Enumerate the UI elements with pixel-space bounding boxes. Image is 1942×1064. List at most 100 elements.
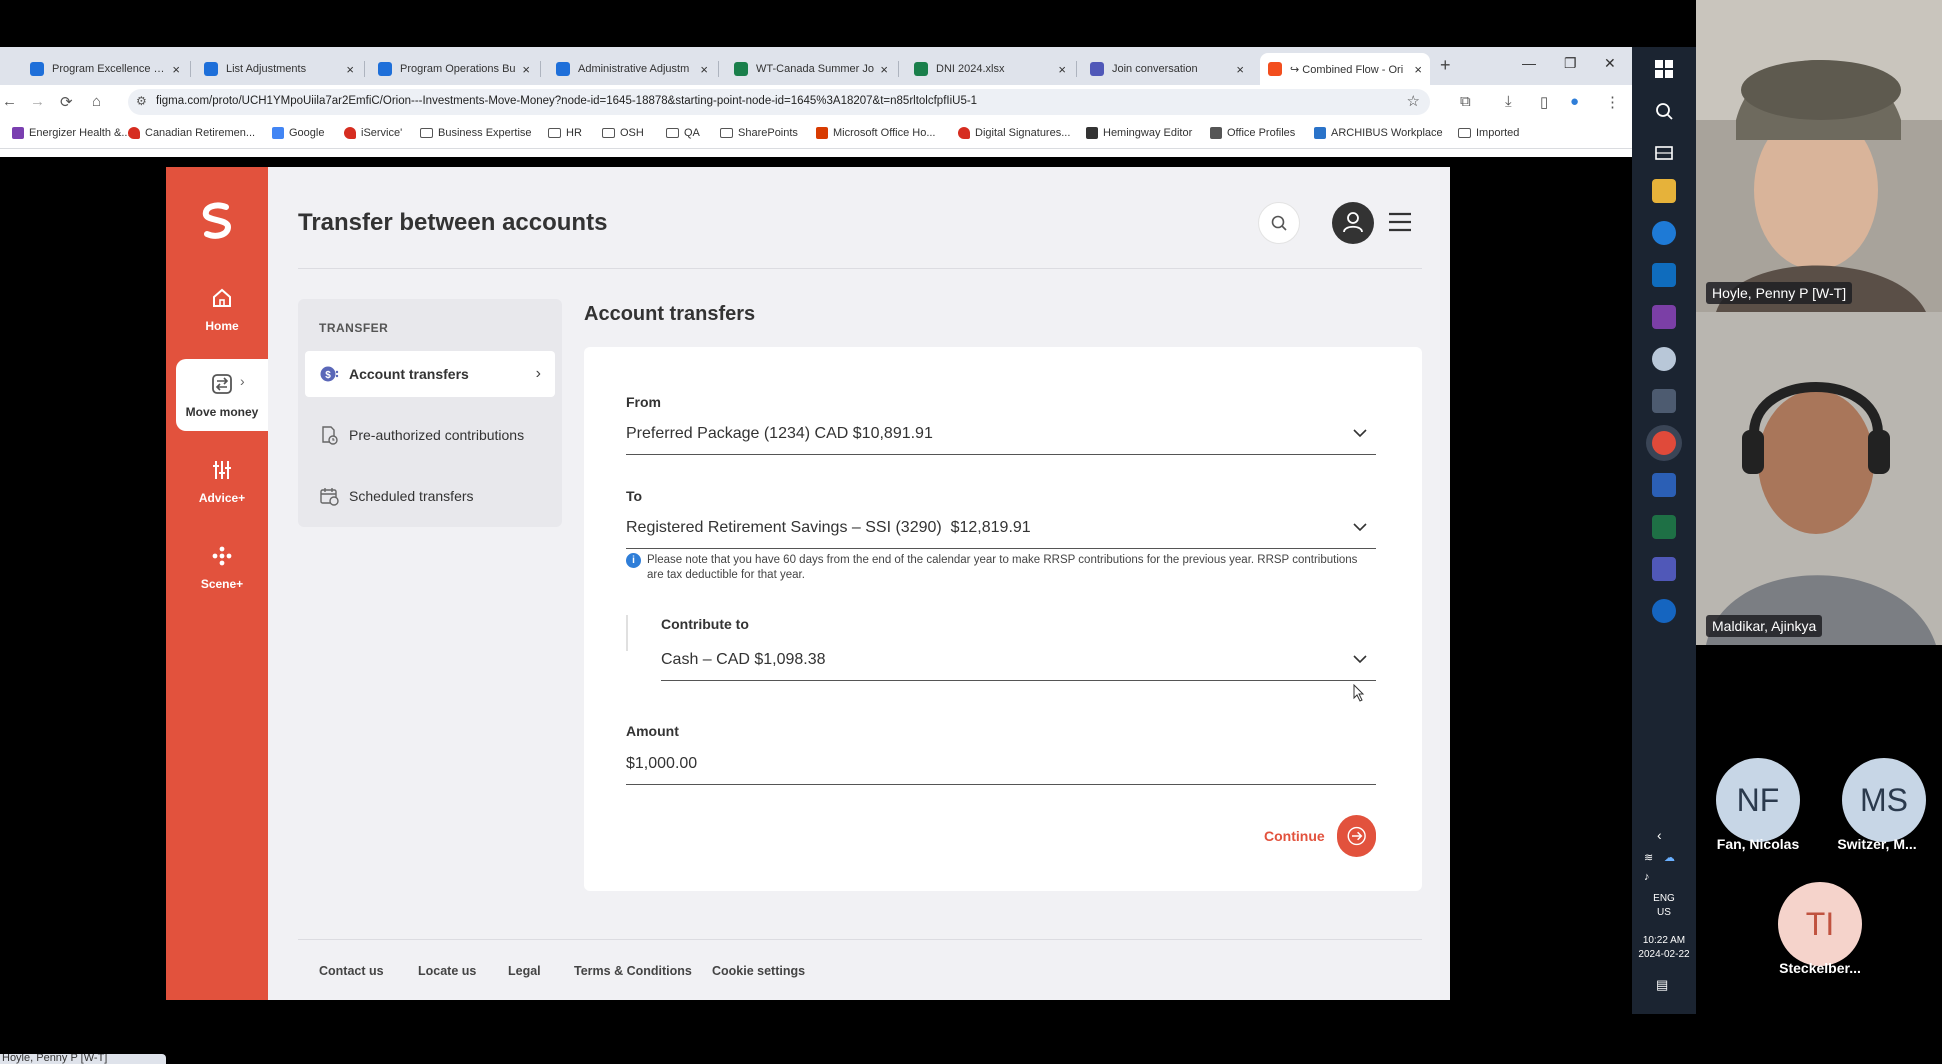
bookmark-item[interactable]: Canadian Retiremen... <box>128 127 255 139</box>
bookmark-item[interactable]: Business Expertise <box>420 127 532 139</box>
bookmark-item[interactable]: Digital Signatures... <box>958 127 1070 139</box>
bookmark-star-icon[interactable]: ☆ <box>1407 92 1420 110</box>
forward-icon[interactable]: → <box>30 93 45 110</box>
user-icon <box>1343 212 1363 233</box>
home-icon[interactable]: ⌂ <box>92 93 101 110</box>
chrome-icon[interactable] <box>1652 431 1676 455</box>
search-button[interactable] <box>1258 202 1300 244</box>
continue-button[interactable]: Continue <box>1264 815 1376 857</box>
footer-link-contact[interactable]: Contact us <box>319 964 384 978</box>
side-panel-icon[interactable]: ▯ <box>1540 93 1548 111</box>
footer-link-terms[interactable]: Terms & Conditions <box>574 964 692 978</box>
participant-avatar-nf[interactable]: NF <box>1716 758 1800 842</box>
more-menu-icon[interactable]: ⋮ <box>1605 93 1620 111</box>
teams-icon[interactable] <box>1652 557 1676 581</box>
new-tab-button[interactable]: + <box>1440 55 1451 76</box>
participant-avatar-ms[interactable]: MS <box>1842 758 1926 842</box>
volume-icon[interactable]: ♪ <box>1644 871 1650 883</box>
bookmark-item[interactable]: QA <box>666 127 700 139</box>
tab-program-operations[interactable]: Program Operations Bu × <box>370 53 538 85</box>
participant-avatar-ti[interactable]: TI <box>1778 882 1862 966</box>
amount-input[interactable]: $1,000.00 <box>626 745 1376 785</box>
wifi-icon[interactable]: ≋ <box>1644 851 1653 864</box>
footer-link-legal[interactable]: Legal <box>508 964 541 978</box>
calculator-icon[interactable] <box>1652 389 1676 413</box>
bookmark-item[interactable]: OSH <box>602 127 644 139</box>
close-icon[interactable]: × <box>172 62 180 77</box>
close-window-icon[interactable]: ✕ <box>1604 55 1616 72</box>
subnav-item-pre-authorized[interactable]: Pre-authorized contributions <box>305 412 555 458</box>
webex-icon[interactable] <box>1652 599 1676 623</box>
reload-icon[interactable]: ⟳ <box>60 93 73 111</box>
tab-join-conversation[interactable]: Join conversation × <box>1082 53 1252 85</box>
close-icon[interactable]: × <box>700 62 708 77</box>
task-view-icon[interactable] <box>1654 143 1674 163</box>
bookmark-item[interactable]: Hemingway Editor <box>1086 127 1192 139</box>
rail-item-home[interactable]: Home <box>176 273 268 345</box>
file-explorer-icon[interactable] <box>1652 179 1676 203</box>
search-icon <box>1271 215 1287 231</box>
close-icon[interactable]: × <box>1058 62 1066 77</box>
tab-wt-canada-summer[interactable]: WT-Canada Summer Jo × <box>726 53 896 85</box>
from-account-select[interactable]: Preferred Package (1234) CAD $10,891.91 <box>626 415 1376 455</box>
download-icon[interactable]: ⤓ <box>1505 93 1512 110</box>
minimize-icon[interactable]: — <box>1522 55 1536 71</box>
close-icon[interactable]: × <box>346 62 354 77</box>
search-icon[interactable] <box>1654 101 1674 121</box>
footer-link-cookies[interactable]: Cookie settings <box>712 964 805 978</box>
extensions-icon[interactable]: ⧉ <box>1460 93 1471 110</box>
rail-item-move-money[interactable]: › Move money <box>176 359 268 431</box>
bookmark-item[interactable]: Imported <box>1458 127 1519 139</box>
tab-program-excellence[interactable]: Program Excellence - E × <box>22 53 188 85</box>
clock-time[interactable]: 10:22 AM <box>1632 935 1696 946</box>
internet-explorer-icon[interactable] <box>1652 221 1676 245</box>
onedrive-icon[interactable]: ☁ <box>1664 851 1675 864</box>
tab-dni-2024[interactable]: DNI 2024.xlsx × <box>906 53 1074 85</box>
footer-link-locate[interactable]: Locate us <box>418 964 476 978</box>
bookmark-item[interactable]: Office Profiles <box>1210 127 1295 139</box>
subnav-item-scheduled[interactable]: Scheduled transfers <box>305 473 555 519</box>
excel-icon[interactable] <box>1652 515 1676 539</box>
bookmark-item[interactable]: ARCHIBUS Workplace <box>1314 127 1443 139</box>
back-icon[interactable]: ← <box>2 93 17 110</box>
site-info-icon[interactable]: ⚙ <box>136 94 147 108</box>
hamburger-menu-icon[interactable] <box>1388 211 1412 233</box>
bookmark-item[interactable]: iService' <box>344 127 402 139</box>
outlook-icon[interactable] <box>1652 263 1676 287</box>
contribute-to-select[interactable]: Cash – CAD $1,098.38 <box>661 641 1376 681</box>
to-account-select[interactable]: Registered Retirement Savings – SSI (329… <box>626 509 1376 549</box>
onenote-icon[interactable] <box>1652 305 1676 329</box>
profile-button[interactable] <box>1332 202 1374 244</box>
windows-start-icon[interactable] <box>1654 59 1674 79</box>
bookmark-item[interactable]: Microsoft Office Ho... <box>816 127 936 139</box>
clock-date[interactable]: 2024-02-22 <box>1632 949 1696 960</box>
bookmark-label: Google <box>289 127 325 139</box>
bookmark-item[interactable]: HR <box>548 127 582 139</box>
bookmark-item[interactable]: SharePoints <box>720 127 798 139</box>
rail-label: Advice+ <box>198 491 246 505</box>
restore-icon[interactable]: ❐ <box>1564 55 1577 72</box>
tab-combined-flow[interactable]: ↪ Combined Flow - Ori × <box>1260 53 1430 85</box>
omnibox[interactable]: ⚙ figma.com/proto/UCH1YMpoUiila7ar2EmfiC… <box>128 89 1430 115</box>
close-icon[interactable]: × <box>880 62 888 77</box>
close-icon[interactable]: × <box>522 62 530 77</box>
bookmark-item[interactable]: Google <box>272 127 324 139</box>
language-region[interactable]: US <box>1632 907 1696 918</box>
bookmark-item[interactable]: Energizer Health &... <box>12 127 131 139</box>
snipping-tool-icon[interactable] <box>1652 347 1676 371</box>
profile-icon[interactable]: ● <box>1570 93 1579 110</box>
rail-item-advice[interactable]: Advice+ <box>176 445 268 517</box>
language-code[interactable]: ENG <box>1632 893 1696 904</box>
home-icon <box>213 288 231 307</box>
close-icon[interactable]: × <box>1236 62 1244 77</box>
chevron-down-icon <box>1353 523 1367 532</box>
subnav-item-account-transfers[interactable]: $ Account transfers › <box>305 351 555 397</box>
close-icon[interactable]: × <box>1414 62 1422 77</box>
tab-administrative-adjustments[interactable]: Administrative Adjustm × <box>548 53 716 85</box>
notifications-icon[interactable]: ▤ <box>1656 977 1668 993</box>
tab-title: List Adjustments <box>226 63 307 75</box>
word-icon[interactable] <box>1652 473 1676 497</box>
rail-item-scene[interactable]: Scene+ <box>176 531 268 603</box>
tab-list-adjustments[interactable]: List Adjustments × <box>196 53 362 85</box>
chevron-left-icon[interactable]: ‹ <box>1657 827 1662 843</box>
